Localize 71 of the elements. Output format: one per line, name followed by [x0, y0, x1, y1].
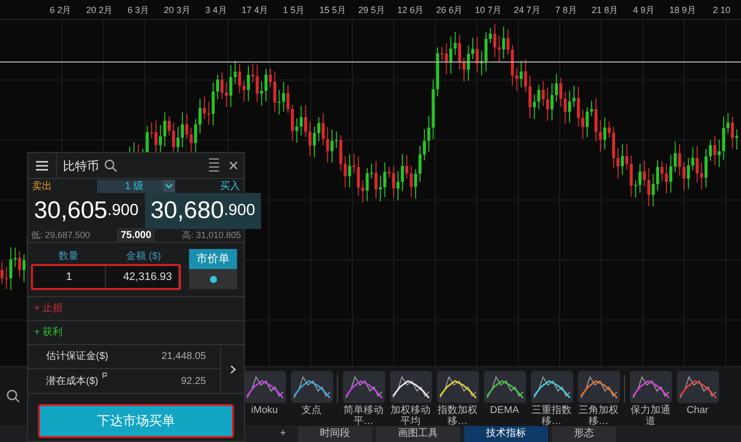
- search-icon[interactable]: [104, 159, 117, 172]
- indicator-thumbnail[interactable]: [342, 371, 384, 403]
- add-button[interactable]: +: [272, 426, 294, 442]
- indicator-label: DEMA: [489, 405, 520, 416]
- close-icon[interactable]: [229, 161, 238, 170]
- spread-value: 75.000: [116, 228, 156, 243]
- indicator-thumbnail[interactable]: [390, 371, 432, 403]
- indicator-thumbnail[interactable]: [676, 371, 718, 403]
- summary-label: 潜在成本($): [46, 374, 98, 388]
- date-label: 2 10: [712, 4, 732, 17]
- take-profit-link[interactable]: + 获利: [34, 325, 63, 340]
- date-label: 20 3月: [162, 4, 192, 17]
- indicator-label: 指数加权移…: [438, 405, 478, 427]
- indicator-thumbnail[interactable]: [290, 371, 332, 403]
- date-label: 18 9月: [668, 4, 697, 17]
- date-label: 4 9月: [632, 4, 656, 17]
- tab[interactable]: 画图工具: [376, 426, 460, 442]
- date-label: 6 2月: [48, 4, 72, 17]
- date-label: 21 8月: [590, 4, 620, 17]
- date-label: 1 5月: [282, 4, 306, 17]
- menu-icon: [36, 160, 48, 170]
- order-input-group[interactable]: 1 42,316.93: [31, 264, 181, 290]
- date-label: 3 4月: [204, 4, 228, 17]
- drag-handle-icon[interactable]: [209, 156, 219, 174]
- summary-value: 92.25: [180, 374, 206, 388]
- level-select[interactable]: 1 级: [97, 180, 175, 192]
- chevron-icon: [230, 365, 236, 374]
- tab[interactable]: 形态: [552, 426, 616, 442]
- stop-loss-link[interactable]: + 止损: [34, 301, 63, 316]
- high-price: 高: 31,010.805: [182, 228, 241, 242]
- date-label: 26 6月: [435, 4, 464, 17]
- date-label: 6 3月: [126, 4, 150, 17]
- indicator-thumbnail[interactable]: [484, 371, 526, 403]
- indicator-thumbnail[interactable]: [436, 371, 478, 403]
- indicator-thumbnail[interactable]: [630, 371, 672, 403]
- indicator-label: 简单移动平…: [342, 405, 384, 427]
- summary-value: 21,448.05: [162, 350, 206, 364]
- indicator-label: 三角加权移…: [578, 405, 620, 427]
- buy-price[interactable]: 30,680.900: [144, 193, 262, 229]
- instrument-title: 比特币: [56, 152, 99, 178]
- date-label: 10 7月: [474, 4, 502, 17]
- indicator-thumbnail[interactable]: [578, 371, 620, 403]
- tab[interactable]: 时间段: [298, 426, 372, 442]
- summary-label: 估计保证金($): [46, 350, 108, 364]
- date-label: 7 8月: [554, 4, 578, 17]
- date-label: 12 6月: [396, 4, 425, 17]
- sell-price[interactable]: 30,605.900: [28, 193, 145, 229]
- order-type-button[interactable]: 市价单: [189, 249, 237, 269]
- low-price: 低: 29,687.500: [31, 228, 90, 242]
- indicator-label: 保力加通道: [630, 405, 672, 427]
- indicator-label: Char: [686, 405, 710, 416]
- quantity-label: 数量: [58, 250, 80, 264]
- buy-label: 买入: [220, 180, 240, 194]
- search-icon[interactable]: [6, 389, 20, 403]
- indicator-thumbnail[interactable]: [244, 371, 286, 403]
- date-label: 29 5月: [357, 4, 386, 17]
- level-value: 1 级: [125, 180, 144, 194]
- order-toggle[interactable]: [189, 269, 237, 289]
- tab[interactable]: 技术指标: [464, 426, 548, 442]
- date-label: 15 5月: [318, 4, 347, 17]
- sell-label: 卖出: [32, 180, 52, 194]
- indicator-label: 支点: [300, 405, 322, 416]
- date-label: 20 2月: [85, 4, 114, 17]
- date-label: 17 4月: [240, 4, 270, 17]
- indicator-thumbnail[interactable]: [530, 371, 572, 403]
- amount-label: 金额 ($): [125, 250, 162, 264]
- date-label: 24 7月: [512, 4, 542, 17]
- indicator-label: iMoku: [250, 405, 279, 416]
- caret-icon: [163, 180, 175, 192]
- indicator-label: 三重指数移…: [530, 405, 572, 427]
- indicator-label: 加权移动平均: [390, 405, 432, 427]
